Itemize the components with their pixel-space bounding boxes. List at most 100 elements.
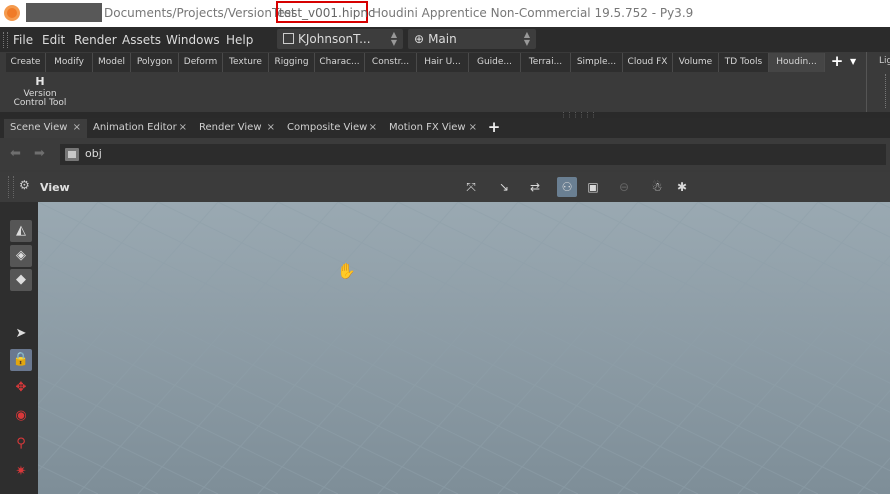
tab-composite-view[interactable]: Composite View ×: [281, 119, 383, 138]
menu-assets[interactable]: Assets: [122, 33, 161, 47]
shelf-tab-characters[interactable]: Charac...: [315, 53, 365, 72]
shelf-tab-hair-utils[interactable]: Hair U...: [417, 53, 469, 72]
layout-name: Main: [428, 32, 457, 46]
tumble-icon[interactable]: ⤧: [461, 177, 481, 197]
menu-drag-handle[interactable]: [3, 32, 8, 48]
close-icon[interactable]: ×: [369, 119, 377, 137]
pan-icon[interactable]: ↘: [494, 177, 514, 197]
geometry-select-mode-icon[interactable]: ◈: [10, 245, 32, 267]
tab-scene-view[interactable]: Scene View ×: [4, 119, 87, 138]
title-filename: test_v001.hipnc: [279, 6, 375, 20]
version-control-tool-label[interactable]: Version Control Tool: [8, 90, 72, 108]
menu-windows[interactable]: Windows: [166, 33, 220, 47]
view-label[interactable]: View: [40, 181, 70, 194]
shelf-tab-texture[interactable]: Texture: [223, 53, 269, 72]
grid-line: [557, 202, 819, 494]
title-path: Documents/Projects/VersionTest: [104, 6, 296, 20]
dolly-icon[interactable]: ⇄: [525, 177, 545, 197]
view-tool-icon[interactable]: ⚙: [19, 178, 35, 194]
grid-line: [397, 202, 890, 442]
display-options-icon[interactable]: ✱: [672, 177, 692, 197]
grid-line: [497, 202, 759, 494]
version-control-tool-icon[interactable]: H: [33, 76, 47, 88]
pane-divider[interactable]: [866, 52, 867, 112]
toolbar-handle[interactable]: [8, 176, 14, 198]
rotate-tool-icon[interactable]: ◉: [10, 405, 32, 427]
add-pane-tab-icon[interactable]: +: [486, 118, 502, 138]
tab-animation-editor[interactable]: Animation Editor ×: [87, 119, 193, 138]
layout-selector[interactable]: ⊕ Main ▲ ▼: [408, 29, 536, 49]
ground-grid: [38, 202, 890, 494]
grid-line: [257, 202, 519, 494]
grid-line: [517, 202, 890, 384]
grid-line: [137, 202, 399, 494]
tab-render-view[interactable]: Render View ×: [193, 119, 281, 138]
grid-line: [697, 202, 890, 296]
right-pane-tab[interactable]: Lig: [879, 56, 890, 66]
menu-file[interactable]: File: [13, 33, 33, 47]
shelf-tab-guide[interactable]: Guide...: [469, 53, 521, 72]
grid-line: [457, 202, 890, 413]
close-icon[interactable]: ×: [267, 119, 275, 137]
left-toolbox: ◭ ◈ ◆ ➤ 🔒 ✥ ◉ ⚲ ✷: [0, 202, 38, 494]
move-tool-icon[interactable]: ✥: [10, 377, 32, 399]
add-shelf-tab-icon[interactable]: +: [829, 52, 845, 72]
shelf-resize-grip[interactable]: [885, 74, 888, 108]
tab-label: Scene View: [10, 122, 68, 133]
shelf-tab-simple[interactable]: Simple...: [571, 53, 623, 72]
grid-line: [677, 255, 890, 494]
tab-motion-fx-view[interactable]: Motion FX View ×: [383, 119, 483, 138]
scale-tool-icon[interactable]: ⚲: [10, 433, 32, 455]
forward-arrow-icon[interactable]: ➡: [34, 147, 45, 160]
grid-line: [617, 202, 879, 494]
shelf-tab-volume[interactable]: Volume: [673, 53, 719, 72]
menu-bar: File Edit Render Assets Windows Help KJo…: [0, 27, 890, 52]
lock-select-icon[interactable]: 🔒: [10, 349, 32, 371]
grid-line: [857, 457, 890, 494]
close-icon[interactable]: ×: [179, 119, 187, 137]
grid-line: [377, 202, 639, 494]
tab-label: Composite View: [287, 122, 368, 133]
shelf-tab-polygon[interactable]: Polygon: [131, 53, 179, 72]
grid-line: [797, 389, 890, 494]
scene-viewport[interactable]: [38, 202, 890, 494]
close-icon[interactable]: ×: [469, 119, 477, 137]
shelf-tab-create[interactable]: Create: [6, 53, 46, 72]
grid-line: [877, 202, 890, 209]
disabled-tool-icon[interactable]: ⊖: [614, 177, 634, 197]
menu-edit[interactable]: Edit: [42, 33, 65, 47]
viewport-camera-icon[interactable]: ▣: [583, 177, 603, 197]
camera-link-icon[interactable]: ⚇: [557, 177, 577, 197]
desktop-icon: [283, 33, 294, 44]
close-icon[interactable]: ×: [73, 119, 81, 137]
menu-help[interactable]: Help: [226, 33, 253, 47]
select-arrow-icon[interactable]: ➤: [10, 323, 32, 345]
houdini-logo-icon: [4, 5, 20, 21]
grid-line: [757, 202, 890, 267]
grid-line: [197, 202, 459, 494]
shelf-tab-terrain[interactable]: Terrai...: [521, 53, 571, 72]
shelf-tab-cloud-fx[interactable]: Cloud FX: [623, 53, 673, 72]
grid-line: [77, 202, 339, 494]
shelf-menu-dropdown-icon[interactable]: ▼: [850, 52, 862, 72]
shelf-tab-rigging[interactable]: Rigging: [269, 53, 315, 72]
dynamics-select-mode-icon[interactable]: ◆: [10, 269, 32, 291]
object-select-mode-icon[interactable]: ◭: [10, 220, 32, 242]
shelf-tab-modify[interactable]: Modify: [46, 53, 93, 72]
grid-line: [577, 202, 890, 355]
desktop-name: KJohnsonT...: [298, 32, 371, 46]
desktop-selector[interactable]: KJohnsonT... ▲ ▼: [277, 29, 403, 49]
shelf-tab-houdini[interactable]: Houdin...: [769, 53, 825, 72]
hand-cursor-icon: ✋: [337, 262, 356, 280]
shelf-tab-model[interactable]: Model: [93, 53, 131, 72]
shelf-tab-td-tools[interactable]: TD Tools: [719, 53, 769, 72]
menu-render[interactable]: Render: [74, 33, 117, 47]
shelf-tab-deform[interactable]: Deform: [179, 53, 223, 72]
handle-tool-icon[interactable]: ✷: [10, 461, 32, 483]
ghost-object-icon[interactable]: ☃: [647, 177, 667, 197]
back-arrow-icon[interactable]: ⬅: [10, 147, 21, 160]
path-field[interactable]: obj: [60, 144, 886, 165]
shelf-tab-constraints[interactable]: Constr...: [365, 53, 417, 72]
updown-arrows-icon: ▲ ▼: [390, 30, 397, 47]
path-network-label[interactable]: obj: [85, 147, 102, 160]
